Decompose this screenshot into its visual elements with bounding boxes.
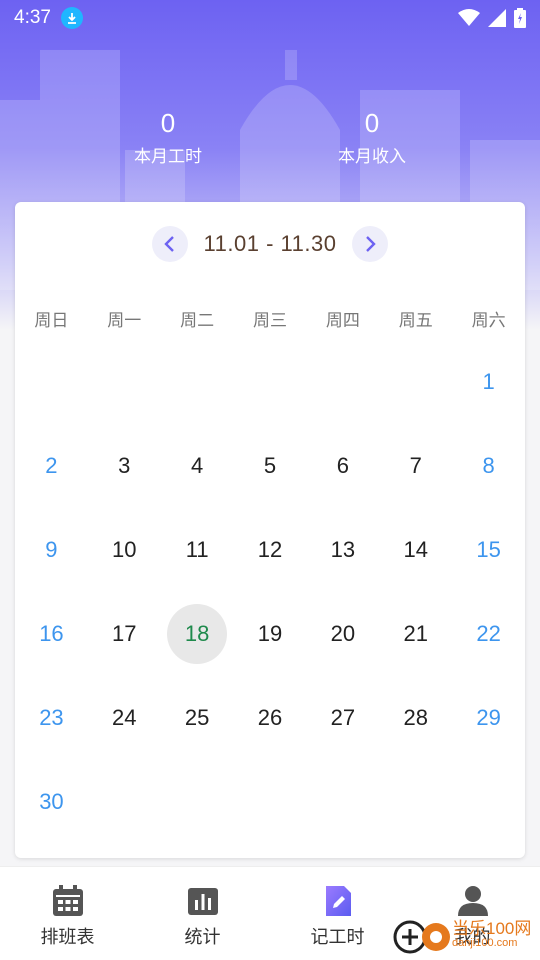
date-range-label: 11.01 - 11.30	[203, 231, 337, 256]
weekday-label: 周一	[107, 311, 142, 330]
stat-value: 0	[160, 108, 176, 138]
stat-value: 0	[364, 108, 380, 138]
edit-document-icon	[325, 886, 351, 916]
day-cell[interactable]: 12	[234, 508, 307, 592]
day-cell[interactable]: 14	[379, 508, 452, 592]
watermark-url: danji100.com	[452, 937, 518, 949]
day-cell[interactable]: 17	[88, 592, 161, 676]
tab-schedule[interactable]: 排班表	[0, 867, 135, 960]
watermark-text-block: 当乐100网 danji100.com	[452, 919, 532, 949]
day-cell[interactable]: 19	[234, 592, 307, 676]
day-cell[interactable]: 4	[161, 424, 234, 508]
watermark-text: 当乐100网	[452, 919, 532, 938]
calendar-icon	[52, 885, 83, 916]
stat-label: 本月工时	[134, 147, 202, 166]
signal-icon	[488, 9, 506, 27]
bar-chart-icon	[187, 888, 218, 915]
watermark-logo	[393, 920, 450, 954]
day-cell[interactable]: 11	[161, 508, 234, 592]
empty-day-cell	[161, 340, 234, 424]
day-cell[interactable]: 29	[452, 676, 525, 760]
day-cell[interactable]: 26	[234, 676, 307, 760]
day-cell[interactable]: 24	[88, 676, 161, 760]
day-cell[interactable]: 8	[452, 424, 525, 508]
tab-label: 排班表	[40, 927, 95, 947]
weekday-header: 周日 周一 周二 周三 周四 周五 周六	[15, 306, 525, 331]
weekday-label: 周三	[253, 311, 287, 330]
empty-day-cell	[88, 340, 161, 424]
chevron-left-icon	[163, 236, 174, 252]
day-cell[interactable]: 6	[306, 424, 379, 508]
stat-monthly-income: 0 本月收入	[292, 108, 452, 167]
day-cell[interactable]: 23	[15, 676, 88, 760]
calendar-grid: 1 2 3 4 5 6 7 8 9 10 11 12 13 14 15 16 17 18 19 20 21 22 23 24 2…	[15, 340, 525, 844]
empty-day-cell	[379, 340, 452, 424]
battery-icon	[514, 8, 526, 28]
tab-statistics[interactable]: 统计	[135, 867, 270, 960]
day-cell[interactable]: 1	[452, 340, 525, 424]
prev-month-button[interactable]	[151, 226, 188, 262]
month-navigator: 11.01 - 11.30	[15, 224, 525, 264]
watermark: 当乐100网 danji100.com	[392, 912, 540, 958]
day-cell[interactable]: 25	[161, 676, 234, 760]
empty-day-cell	[15, 340, 88, 424]
day-cell[interactable]: 28	[379, 676, 452, 760]
day-cell[interactable]: 13	[306, 508, 379, 592]
day-cell[interactable]: 15	[452, 508, 525, 592]
day-cell[interactable]: 7	[379, 424, 452, 508]
day-cell[interactable]: 5	[234, 424, 307, 508]
next-month-button[interactable]	[352, 226, 389, 262]
weekday-label: 周四	[325, 311, 360, 330]
day-cell[interactable]: 21	[379, 592, 452, 676]
weekday-label: 周五	[398, 311, 433, 330]
day-cell[interactable]: 22	[452, 592, 525, 676]
day-cell[interactable]: 3	[88, 424, 161, 508]
day-cell[interactable]: 2	[15, 424, 88, 508]
status-time: 4:37	[14, 7, 51, 28]
day-cell[interactable]: 20	[306, 592, 379, 676]
status-bar: 4:37	[0, 0, 540, 36]
download-icon	[60, 7, 83, 29]
chevron-right-icon	[366, 236, 377, 252]
day-cell[interactable]: 30	[15, 760, 88, 844]
empty-day-cell	[306, 340, 379, 424]
stat-label: 本月收入	[338, 147, 406, 166]
day-cell[interactable]: 16	[15, 592, 88, 676]
weekday-label: 周二	[180, 311, 215, 330]
stat-monthly-hours: 0 本月工时	[88, 108, 248, 167]
tab-label: 记工时	[310, 927, 365, 947]
tab-record-hours[interactable]: 记工时	[270, 867, 405, 960]
tab-label: 统计	[184, 927, 221, 947]
wifi-icon	[458, 9, 480, 26]
day-cell[interactable]: 10	[88, 508, 161, 592]
calendar-card: 11.01 - 11.30 周日 周一 周二 周三 周四 周五 周六 1 2 3 4 5 6 7 8 9 10…	[15, 202, 525, 858]
weekday-label: 周六	[471, 311, 506, 330]
day-cell[interactable]: 9	[15, 508, 88, 592]
day-cell-today[interactable]: 18	[161, 592, 234, 676]
empty-day-cell	[234, 340, 307, 424]
weekday-label: 周日	[34, 311, 69, 330]
day-cell[interactable]: 27	[306, 676, 379, 760]
